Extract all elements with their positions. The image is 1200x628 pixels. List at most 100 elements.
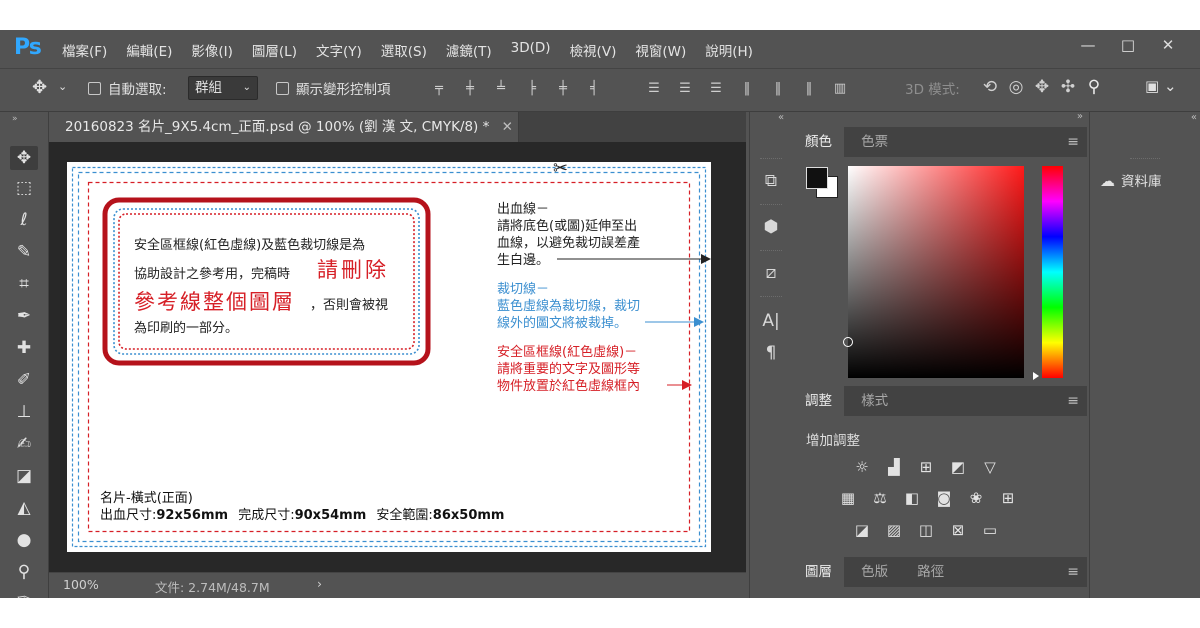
maximize-button[interactable]: □ — [1108, 32, 1148, 60]
character-panel-icon[interactable]: A| — [756, 308, 786, 334]
move-tool-icon[interactable]: ✥ — [10, 146, 38, 170]
history-panel-icon[interactable]: ⧉ — [756, 168, 786, 194]
show-transform-checkbox[interactable]: 顯示變形控制項 — [276, 78, 391, 98]
distribute-hcenter-icon[interactable]: ‖ — [769, 81, 787, 97]
distribute-top-icon[interactable]: ☰ — [645, 81, 663, 97]
menu-layer[interactable]: 圖層(L) — [252, 40, 297, 60]
gradient-map-icon[interactable]: ▭ — [979, 520, 1001, 540]
panel-menu-icon[interactable]: ≡ — [1067, 393, 1079, 409]
align-bottom-icon[interactable]: ╧ — [492, 81, 510, 97]
align-top-icon[interactable]: ╤ — [430, 81, 448, 97]
eyedropper-tool-icon[interactable]: ✒ — [10, 304, 38, 328]
selective-color-icon[interactable]: ⊠ — [947, 520, 969, 540]
slide-3d-icon[interactable]: ✣ — [1056, 77, 1080, 97]
align-left-icon[interactable]: ╞ — [523, 81, 541, 97]
paint-bucket-tool-icon[interactable]: ◭ — [10, 496, 38, 520]
color-picker-marker[interactable] — [843, 337, 853, 347]
canvas-area[interactable]: ✂ 安全區框線(紅色虛線)及藍色裁切線是為 協助設計之參考用，完稿時 請刪除 參… — [49, 142, 746, 572]
search-icon[interactable]: ⚲ — [1082, 77, 1106, 97]
tool-preset-chevron-icon[interactable]: ⌄ — [58, 80, 67, 93]
color-balance-icon[interactable]: ⚖ — [869, 488, 891, 508]
foreground-color-swatch[interactable] — [806, 167, 828, 189]
3d-panel-icon[interactable]: ⬢ — [756, 214, 786, 240]
hue-saturation-icon[interactable]: ▦ — [837, 488, 859, 508]
healing-brush-tool-icon[interactable]: ✚ — [10, 336, 38, 360]
photo-filter-icon[interactable]: ◙ — [933, 488, 955, 508]
color-lookup-icon[interactable]: ⊞ — [997, 488, 1019, 508]
minimize-button[interactable]: — — [1068, 32, 1108, 60]
vibrance-icon[interactable]: ▽ — [979, 457, 1001, 477]
workspace-switcher-icon[interactable]: ▣ ⌄ — [1145, 77, 1177, 95]
brightness-contrast-icon[interactable]: ☼ — [851, 457, 873, 477]
close-document-icon[interactable]: ✕ — [502, 119, 513, 135]
auto-align-icon[interactable]: ▥ — [831, 81, 849, 97]
align-vcenter-icon[interactable]: ╪ — [461, 81, 479, 97]
hue-slider[interactable] — [1042, 166, 1063, 378]
levels-icon[interactable]: ▟ — [883, 457, 905, 477]
auto-select-dropdown[interactable]: 群組 ⌄ — [188, 76, 258, 100]
status-arrow-icon[interactable]: › — [317, 576, 322, 591]
close-button[interactable]: ✕ — [1148, 32, 1188, 60]
lasso-tool-icon[interactable]: ℓ — [10, 208, 38, 232]
auto-select-checkbox[interactable]: 自動選取: — [88, 78, 167, 98]
tab-styles[interactable]: 樣式 — [849, 386, 900, 416]
distribute-left-icon[interactable]: ‖ — [738, 81, 756, 97]
channel-mixer-icon[interactable]: ❀ — [965, 488, 987, 508]
menu-view[interactable]: 檢視(V) — [570, 40, 617, 60]
pen-tool-icon[interactable]: ✑ — [10, 588, 38, 598]
distribute-vcenter-icon[interactable]: ☰ — [676, 81, 694, 97]
roll-3d-icon[interactable]: ◎ — [1004, 77, 1028, 97]
invert-icon[interactable]: ◪ — [851, 520, 873, 540]
align-right-icon[interactable]: ╡ — [585, 81, 603, 97]
tab-adjustments[interactable]: 調整 — [793, 386, 844, 416]
move-tool-icon[interactable]: ✥ — [32, 77, 47, 98]
quick-select-tool-icon[interactable]: ✎ — [10, 240, 38, 264]
crop-tool-icon[interactable]: ⌗ — [10, 272, 38, 296]
document-tab[interactable]: 20160823 名片_9X5.4cm_正面.psd @ 100% (劉 漢 文… — [49, 112, 519, 142]
dock-grip[interactable] — [760, 296, 782, 301]
menu-window[interactable]: 視窗(W) — [635, 40, 686, 60]
collapse-panels-icon[interactable]: » — [1077, 111, 1083, 122]
distribute-bottom-icon[interactable]: ☰ — [707, 81, 725, 97]
tab-swatches[interactable]: 色票 — [849, 127, 900, 157]
black-white-icon[interactable]: ◧ — [901, 488, 923, 508]
clone-stamp-tool-icon[interactable]: ⊥ — [10, 400, 38, 424]
document-canvas[interactable]: ✂ 安全區框線(紅色虛線)及藍色裁切線是為 協助設計之參考用，完稿時 請刪除 參… — [67, 158, 711, 552]
posterize-icon[interactable]: ▨ — [883, 520, 905, 540]
collapse-tools-icon[interactable]: » — [12, 114, 18, 124]
orbit-3d-icon[interactable]: ⟲ — [978, 77, 1002, 97]
dodge-tool-icon[interactable]: ⚲ — [10, 560, 38, 584]
color-field[interactable] — [843, 166, 1024, 378]
history-brush-tool-icon[interactable]: ✍ — [10, 432, 38, 456]
dock-grip[interactable] — [760, 204, 782, 209]
zoom-level[interactable]: 100% — [63, 577, 99, 592]
panel-menu-icon[interactable]: ≡ — [1067, 134, 1079, 150]
menu-edit[interactable]: 編輯(E) — [126, 40, 172, 60]
menu-3d[interactable]: 3D(D) — [511, 40, 551, 60]
dock-grip[interactable] — [760, 158, 782, 163]
tab-color[interactable]: 顏色 — [793, 127, 844, 157]
threshold-icon[interactable]: ◫ — [915, 520, 937, 540]
tab-layers[interactable]: 圖層 — [793, 557, 844, 587]
eraser-tool-icon[interactable]: ◪ — [10, 464, 38, 488]
tab-paths[interactable]: 路徑 — [905, 557, 956, 587]
menu-help[interactable]: 說明(H) — [705, 40, 753, 60]
align-hcenter-icon[interactable]: ╪ — [554, 81, 572, 97]
curves-icon[interactable]: ⊞ — [915, 457, 937, 477]
properties-panel-icon[interactable]: ⧄ — [756, 260, 786, 286]
panel-menu-icon[interactable]: ≡ — [1067, 564, 1079, 580]
distribute-right-icon[interactable]: ‖ — [800, 81, 818, 97]
menu-select[interactable]: 選取(S) — [381, 40, 427, 60]
expand-dock-icon[interactable]: « — [778, 112, 784, 123]
expand-libraries-icon[interactable]: « — [1191, 112, 1197, 123]
menu-image[interactable]: 影像(I) — [191, 40, 233, 60]
menu-file[interactable]: 檔案(F) — [62, 40, 107, 60]
dock-grip[interactable] — [1130, 158, 1160, 163]
menu-filter[interactable]: 濾鏡(T) — [446, 40, 492, 60]
paragraph-panel-icon[interactable]: ¶ — [756, 340, 786, 366]
brush-tool-icon[interactable]: ✐ — [10, 368, 38, 392]
dock-grip[interactable] — [760, 250, 782, 255]
tab-channels[interactable]: 色版 — [849, 557, 900, 587]
exposure-icon[interactable]: ◩ — [947, 457, 969, 477]
hue-slider-handle[interactable] — [1033, 372, 1039, 380]
